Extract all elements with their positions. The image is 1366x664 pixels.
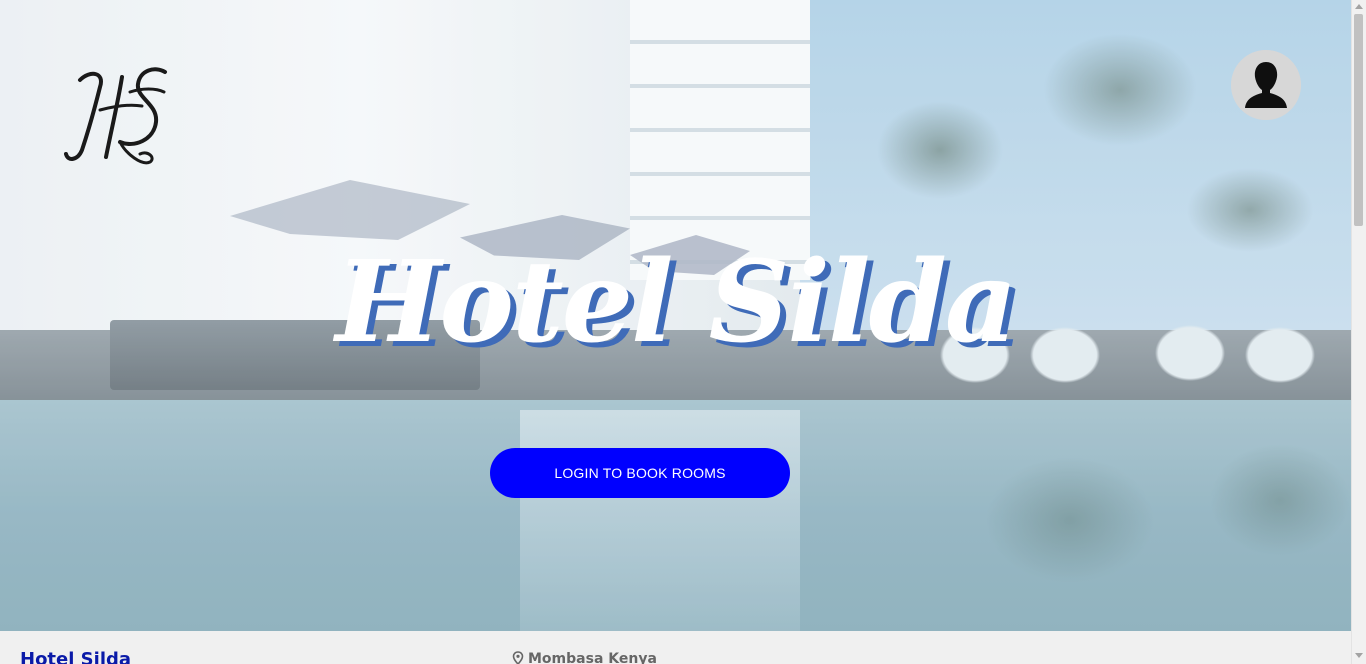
footer-location: Mombasa Kenya [512,651,657,664]
scrollbar-thumb[interactable] [1354,14,1363,226]
footer-location-text: Mombasa Kenya [528,651,657,664]
map-pin-icon [512,651,524,664]
scroll-down-arrow-icon[interactable] [1355,653,1363,658]
hs-monogram-logo[interactable] [60,62,175,177]
login-to-book-rooms-button[interactable]: LOGIN TO BOOK ROOMS [490,448,790,498]
user-avatar-button[interactable] [1231,50,1301,120]
scroll-up-arrow-icon[interactable] [1355,4,1363,9]
user-silhouette-icon [1231,50,1301,120]
footer-brand-link[interactable]: Hotel Silda [20,649,131,664]
hero-title: Hotel Silda [335,237,1018,368]
footer: Hotel Silda Mombasa Kenya [0,631,1351,664]
hero-section: Hotel Silda LOGIN TO BOOK ROOMS [0,0,1351,631]
page-scrollbar[interactable] [1351,0,1366,664]
